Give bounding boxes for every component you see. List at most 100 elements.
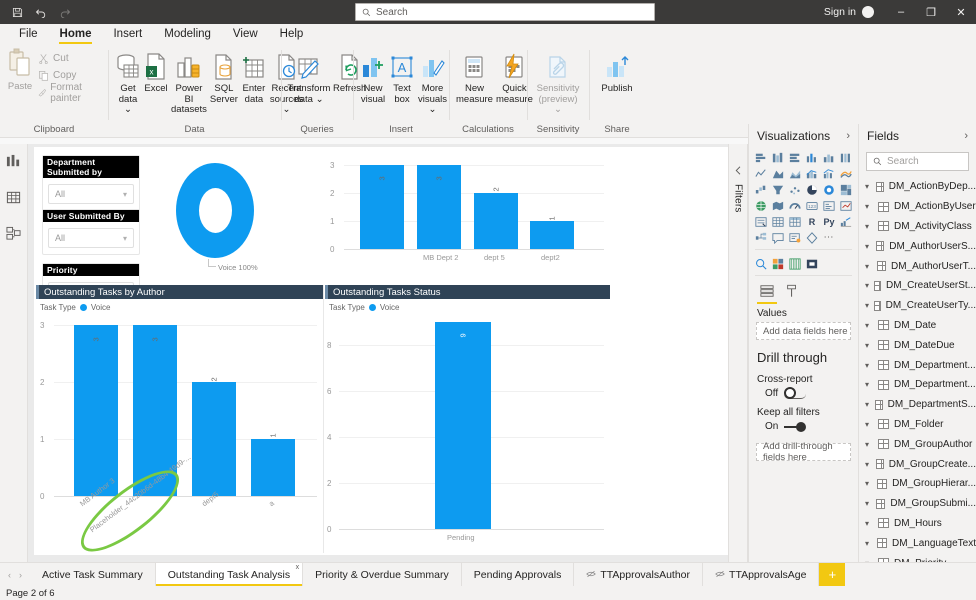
list-item[interactable]: ▾ DM_DateDue <box>859 335 976 355</box>
search-input[interactable]: Search <box>355 3 655 21</box>
chevron-down-icon[interactable]: ▾ <box>865 281 869 290</box>
add-page-button[interactable]: + <box>819 563 846 586</box>
fields-table-list[interactable]: ▾ DM_ActionByDep... ▾ DM_ActionByUser ▾ DM_… <box>859 177 976 573</box>
keep-all-filters-toggle-row[interactable]: On <box>749 418 858 435</box>
hundred-percent-stacked-bar-icon[interactable] <box>787 150 803 165</box>
list-item[interactable]: ▾ DM_LanguageText <box>859 533 976 553</box>
sidebar-item-data-view[interactable] <box>3 186 25 208</box>
powerbi-datasets-button[interactable]: Power BI datasets <box>170 48 208 118</box>
page-tab-outstanding-task-analysis[interactable]: Outstanding Task Analysis x <box>155 563 304 586</box>
gauge-icon[interactable] <box>787 198 803 213</box>
list-item[interactable]: ▾ DM_ActionByDep... <box>859 177 976 197</box>
list-item[interactable]: ▾ DM_CreateUserSt... <box>859 276 976 296</box>
ribbon-tab-view[interactable]: View <box>222 26 269 44</box>
collapse-visualizations-icon[interactable]: › <box>846 130 850 142</box>
tab-fields[interactable] <box>757 284 777 304</box>
get-more-visuals-icon[interactable] <box>753 256 769 271</box>
list-item[interactable]: ▾ DM_AuthorUserS... <box>859 236 976 256</box>
bar-0[interactable] <box>435 322 491 529</box>
sidebar-item-report-view[interactable] <box>3 150 25 172</box>
matrix-icon[interactable] <box>787 214 803 229</box>
python-visual-icon[interactable]: Py <box>821 214 837 229</box>
drill-through-drop-zone[interactable]: Add drill-through fields here <box>756 441 851 463</box>
page-tab-ttapprovalsage[interactable]: TTApprovalsAge <box>703 563 820 586</box>
redo-icon[interactable] <box>54 2 76 22</box>
line-chart-icon[interactable] <box>753 166 769 181</box>
chevron-down-icon[interactable]: ▾ <box>865 380 873 389</box>
pie-chart-icon[interactable] <box>804 182 820 197</box>
visual-outstanding-tasks-by-author[interactable]: Outstanding Tasks by Author Task Type Vo… <box>36 285 324 562</box>
bar-2[interactable] <box>474 193 518 249</box>
get-data-button[interactable]: Get data ⌄ <box>114 48 142 118</box>
chevron-down-icon[interactable]: ▾ <box>865 361 873 370</box>
undo-icon[interactable] <box>30 2 52 22</box>
page-tab-ttapprovalsauthor[interactable]: TTApprovalsAuthor <box>574 563 704 586</box>
page-tab-priority-overdue-summary[interactable]: Priority & Overdue Summary <box>303 563 462 586</box>
ribbon-tab-insert[interactable]: Insert <box>102 26 153 44</box>
list-item[interactable]: ▾ DM_DepartmentS... <box>859 395 976 415</box>
q-and-a-icon[interactable] <box>770 230 786 245</box>
enter-data-button[interactable]: Enter data <box>240 48 268 107</box>
card-icon[interactable]: 123 <box>804 198 820 213</box>
maximize-button[interactable]: ❐ <box>916 0 946 24</box>
slicer-department-submitted-by[interactable]: Department Submitted by All ▾ <box>42 155 140 211</box>
treemap-icon[interactable] <box>838 182 854 197</box>
ribbon-tab-home[interactable]: Home <box>49 26 103 44</box>
close-button[interactable]: ✕ <box>946 0 976 24</box>
chevron-down-icon[interactable]: ▾ <box>865 321 873 330</box>
new-visual-button[interactable]: New visual <box>359 48 387 107</box>
ribbon-tab-help[interactable]: Help <box>269 26 315 44</box>
ribbon-chart-icon[interactable] <box>838 166 854 181</box>
page-tab-pending-approvals[interactable]: Pending Approvals <box>461 563 575 586</box>
keep-all-filters-toggle[interactable] <box>784 421 807 432</box>
report-canvas[interactable]: Department Submitted by All ▾ User Submi… <box>28 144 748 562</box>
save-icon[interactable] <box>6 2 28 22</box>
funnel-chart-icon[interactable] <box>770 182 786 197</box>
stacked-bar-chart-icon[interactable] <box>753 150 769 165</box>
more-options-icon[interactable]: ⋯ <box>821 230 837 245</box>
close-page-icon[interactable]: x <box>296 564 300 571</box>
bar-0[interactable] <box>74 325 118 496</box>
list-item[interactable]: ▾ DM_GroupHierar... <box>859 474 976 494</box>
list-item[interactable]: ▾ DM_GroupSubmi... <box>859 494 976 514</box>
list-item[interactable]: ▾ DM_Hours <box>859 514 976 534</box>
bar-3[interactable] <box>251 439 295 496</box>
list-item[interactable]: ▾ DM_Department... <box>859 375 976 395</box>
hundred-percent-stacked-column-icon[interactable] <box>838 150 854 165</box>
table-icon[interactable] <box>770 214 786 229</box>
prev-page-icon[interactable]: ‹ <box>8 570 11 580</box>
smart-narrative-icon[interactable] <box>787 230 803 245</box>
minimize-button[interactable]: – <box>886 0 916 24</box>
multi-row-card-icon[interactable] <box>821 198 837 213</box>
power-automate-icon[interactable] <box>804 256 820 271</box>
chevron-down-icon[interactable]: ▾ <box>865 202 873 211</box>
slicer-user-submitted-by[interactable]: User Submitted By All ▾ <box>42 209 140 255</box>
chevron-down-icon[interactable]: ▾ <box>865 242 871 251</box>
filled-map-icon[interactable] <box>770 198 786 213</box>
bar-2[interactable] <box>192 382 236 496</box>
chevron-down-icon[interactable]: ▾ <box>865 262 872 271</box>
chevron-down-icon[interactable]: ▾ <box>865 440 873 449</box>
decomposition-tree-icon[interactable] <box>753 230 769 245</box>
slicer-dropdown[interactable]: All ▾ <box>48 228 134 248</box>
stacked-column-chart-icon[interactable] <box>804 150 820 165</box>
list-item[interactable]: ▾ DM_Department... <box>859 355 976 375</box>
power-apps-icon[interactable] <box>787 256 803 271</box>
more-visuals-button[interactable]: More visuals ⌄ <box>417 48 448 118</box>
list-item[interactable]: ▾ DM_Folder <box>859 415 976 435</box>
clustered-column-chart-icon[interactable] <box>821 150 837 165</box>
chevron-down-icon[interactable]: ▾ <box>865 222 873 231</box>
key-influencers-icon[interactable] <box>838 214 854 229</box>
chevron-down-icon[interactable]: ▾ <box>865 539 872 548</box>
line-stacked-column-icon[interactable] <box>804 166 820 181</box>
sensitivity-button[interactable]: Sensitivity (preview) ⌄ <box>534 48 582 118</box>
chevron-down-icon[interactable]: ▾ <box>865 182 871 191</box>
chevron-down-icon[interactable]: ▾ <box>865 499 871 508</box>
cut-button[interactable]: Cut <box>35 50 102 67</box>
stacked-area-chart-icon[interactable] <box>787 166 803 181</box>
filters-pane-collapsed[interactable]: Filters <box>728 144 748 562</box>
format-painter-button[interactable]: Format painter <box>35 82 102 104</box>
values-drop-zone[interactable]: Add data fields here <box>756 322 851 340</box>
list-item[interactable]: ▾ DM_CreateUserTy... <box>859 296 976 316</box>
kpi-icon[interactable] <box>838 198 854 213</box>
